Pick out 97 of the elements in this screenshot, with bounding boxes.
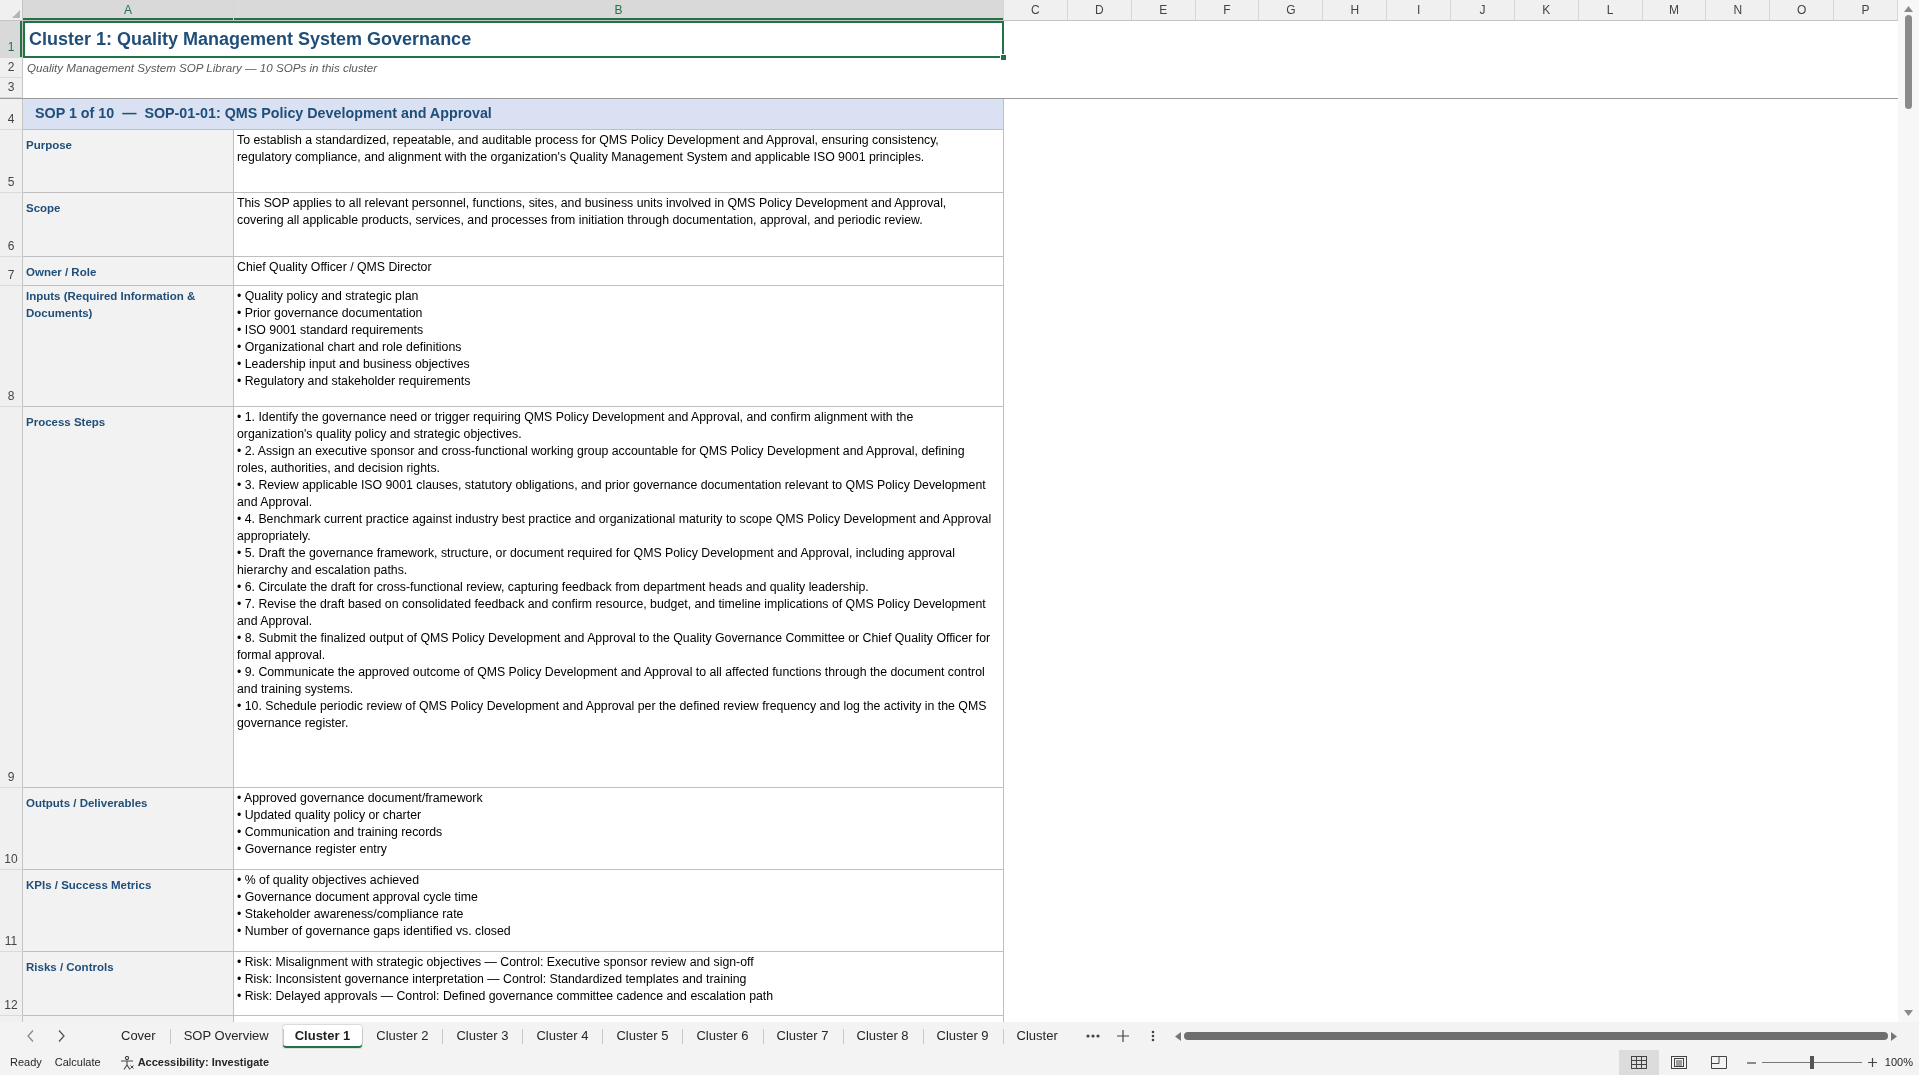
- list-item: • Risk: Inconsistent governance interpretation — Control: Standardized templates and training: [237, 971, 748, 988]
- list-item: • Risk: Delayed approvals — Control: Defined governance committee cadence and escalation path: [237, 988, 775, 1005]
- vertical-scrollbar-thumb[interactable]: [1905, 15, 1912, 109]
- section-title: SOP 1 of 10 — SOP-01-01: QMS Policy Development and Approval: [35, 104, 492, 124]
- list-item: • % of quality objectives achieved: [237, 872, 421, 889]
- sheet-tab[interactable]: Cluster 9: [922, 1024, 1003, 1048]
- status-text: Calculate: [54, 1055, 101, 1071]
- list-item: • Governance register entry: [237, 841, 388, 858]
- sheet-tab[interactable]: Cluster 7: [762, 1024, 843, 1048]
- list-item: • 6. Circulate the draft for cross-functional review, capturing feedback from department heads and quality leadership.: [237, 579, 870, 596]
- sheet-tab[interactable]: Cluster 3: [442, 1024, 523, 1048]
- vertical-dots-icon[interactable]: [1151, 1030, 1155, 1042]
- ellipsis-icon[interactable]: [1086, 1034, 1100, 1038]
- triangle-down-icon[interactable]: [1904, 1010, 1913, 1016]
- list-item: • Quality policy and strategic plan: [237, 288, 420, 305]
- list-item: • ISO 9001 standard requirements: [237, 322, 425, 339]
- list-item: • Organizational chart and role definitions: [237, 339, 463, 356]
- triangle-left-icon[interactable]: [1175, 1031, 1181, 1041]
- list-item: • Risk: Misalignment with strategic objectives — Control: Executive sponsor review and sign-off: [237, 954, 755, 971]
- column-header[interactable]: D: [1067, 0, 1132, 20]
- column-header[interactable]: I: [1387, 0, 1451, 20]
- field-label: Owner / Role: [26, 265, 97, 280]
- grid-icon: [1630, 1056, 1647, 1069]
- chevron-left-icon[interactable]: [27, 1030, 34, 1042]
- sheet-tab[interactable]: Cluster 6: [682, 1024, 763, 1048]
- row-header[interactable]: 2: [0, 58, 23, 78]
- column-header[interactable]: F: [1195, 0, 1260, 20]
- list-item: • Governance document approval cycle time: [237, 889, 479, 906]
- accessibility-status[interactable]: Accessibility: Investigate: [137, 1054, 270, 1071]
- sheet-tab[interactable]: Cluster 2: [362, 1024, 443, 1048]
- field-label: Process Steps: [26, 415, 106, 430]
- list-item: • Communication and training records: [237, 824, 444, 841]
- column-header[interactable]: A: [23, 0, 234, 20]
- sheet-subtitle: Quality Management System SOP Library — 10 SOPs in this cluster: [27, 60, 378, 77]
- field-label: Scope: [26, 201, 61, 216]
- list-item: • Regulatory and stakeholder requirements: [237, 373, 472, 390]
- selection-handle-icon[interactable]: [1000, 54, 1007, 61]
- sheet-title: Cluster 1: Quality Management System Governance: [29, 28, 472, 51]
- column-header[interactable]: L: [1578, 0, 1643, 20]
- row-header[interactable]: 4: [0, 99, 23, 130]
- list-item: • 10. Schedule periodic review of QMS Policy Development and Approval per the defined review frequency and log the activity in the QMS governance register.: [237, 698, 988, 732]
- column-header[interactable]: O: [1770, 0, 1835, 20]
- column-header[interactable]: N: [1706, 0, 1771, 20]
- list-item: • Leadership input and business objectives: [237, 356, 471, 373]
- list-item: • Stakeholder awareness/compliance rate: [237, 906, 465, 923]
- list-item: • Approved governance document/framework: [237, 790, 484, 807]
- zoom-level[interactable]: 100%: [1884, 1054, 1913, 1071]
- sheet-tab[interactable]: Cluster 4: [522, 1024, 603, 1048]
- list-item: • 9. Communicate the approved outcome of QMS Policy Development and Approval to all affected functions through the document control and training systems.: [237, 664, 986, 698]
- column-header[interactable]: H: [1323, 0, 1388, 20]
- field-label: KPIs / Success Metrics: [26, 878, 152, 893]
- field-value: To establish a standardized, repeatable, and auditable process for QMS Policy Development and Approval, ensuring consistency, regulatory compliance, and alignment with the organization's Quality Management System and applicable ISO 9001 principles.: [237, 132, 940, 166]
- page-icon: [1670, 1056, 1687, 1069]
- row-header[interactable]: 1: [0, 21, 23, 58]
- column-header[interactable]: G: [1259, 0, 1324, 20]
- list-item: • Updated quality policy or charter: [237, 807, 423, 824]
- column-header[interactable]: M: [1642, 0, 1707, 20]
- list-item: • Number of governance gaps identified vs. closed: [237, 923, 512, 940]
- list-item: • 4. Benchmark current practice against industry best practice and organizational maturity to scope QMS Policy Development and Approval appropriately.: [237, 511, 992, 545]
- sheet-tab[interactable]: SOP Overview: [169, 1024, 283, 1048]
- row-header[interactable]: 3: [0, 78, 23, 98]
- list-item: • Prior governance documentation: [237, 305, 424, 322]
- triangle-right-icon[interactable]: [1891, 1031, 1897, 1041]
- sheet-tab[interactable]: Cover: [107, 1024, 170, 1048]
- field-label: Outputs / Deliverables: [26, 796, 148, 811]
- list-item: • 1. Identify the governance need or trigger requiring QMS Policy Development and Approval, and confirm alignment with the organization's quality policy and strategic objectives.: [237, 409, 915, 443]
- zoom-slider-thumb[interactable]: [1809, 1056, 1814, 1069]
- plus-icon[interactable]: [1117, 1030, 1129, 1042]
- field-value: Chief Quality Officer / QMS Director: [237, 259, 433, 276]
- sheet-tab[interactable]: Cluster 5: [602, 1024, 683, 1048]
- status-text: Ready: [10, 1055, 42, 1071]
- list-item: • 2. Assign an executive sponsor and cross-functional working group accountable for QMS Policy Development and Approval, defining roles, authorities, and decision rights.: [237, 443, 966, 477]
- column-header[interactable]: K: [1514, 0, 1579, 20]
- plus-icon[interactable]: [1867, 1058, 1877, 1067]
- field-label: Inputs (Required Information & Documents): [26, 289, 197, 321]
- list-item: • 5. Draft the governance framework, structure, or document required for QMS Policy Development and Approval, including approval hierarchy and escalation paths.: [237, 545, 956, 579]
- list-item: • 8. Submit the finalized output of QMS Policy Development and Approval to the Quality Governance Committee or Chief Quality Officer for formal approval.: [237, 630, 992, 664]
- accessibility-icon[interactable]: [119, 1055, 134, 1070]
- normal-view-button[interactable]: [1618, 1050, 1659, 1075]
- list-item: • 7. Revise the draft based on consolidated feedback and confirm resource, budget, and timeline implications of QMS Policy Development and Approval.: [237, 596, 987, 630]
- column-header[interactable]: E: [1131, 0, 1196, 20]
- triangle-up-icon[interactable]: [1904, 6, 1913, 12]
- field-value: This SOP applies to all relevant personnel, functions, sites, and business units involved in QMS Policy Development and Approval, covering all applicable products, services, and processes from initiation through documentation, approval, and periodic review.: [237, 195, 948, 229]
- list-item: • 3. Review applicable ISO 9001 clauses, statutory obligations, and prior governance documentation relevant to QMS Policy Development and Approval.: [237, 477, 987, 511]
- sheet-tab[interactable]: Cluster 1: [282, 1024, 363, 1048]
- minus-icon[interactable]: [1746, 1061, 1756, 1064]
- sheet-tab[interactable]: Cluster 8: [842, 1024, 923, 1048]
- field-label: Risks / Controls: [26, 960, 114, 975]
- horizontal-scrollbar-thumb[interactable]: [1184, 1032, 1888, 1040]
- column-header[interactable]: C: [1004, 0, 1068, 20]
- column-header[interactable]: B: [234, 0, 1004, 20]
- column-header[interactable]: J: [1451, 0, 1515, 20]
- field-label: Purpose: [26, 138, 72, 153]
- cell-selection[interactable]: Cluster 1: Quality Management System Governance: [23, 21, 1004, 58]
- page-break-icon: [1710, 1056, 1727, 1069]
- sheet-tab[interactable]: Cluster: [1002, 1024, 1072, 1048]
- chevron-right-icon[interactable]: [58, 1030, 65, 1042]
